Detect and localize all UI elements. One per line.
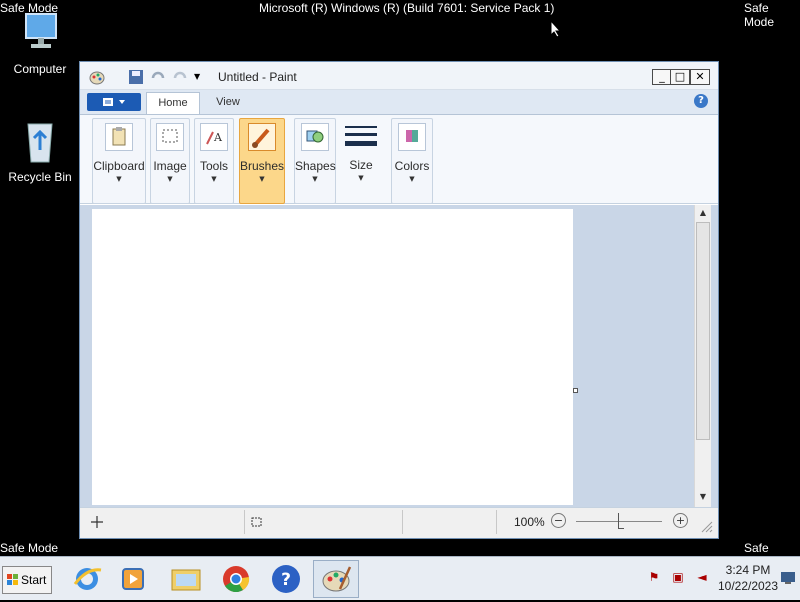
- chevron-down-icon: ▼: [358, 174, 364, 182]
- chevron-down-icon: ▼: [167, 175, 173, 183]
- paint-window: ▼ Untitled - Paint _ □ ✕ Home View ? Cli…: [79, 61, 719, 539]
- ribbon-group-tools[interactable]: A Tools ▼: [194, 118, 234, 204]
- chevron-down-icon: ▼: [259, 175, 265, 183]
- clipboard-icon: [105, 123, 133, 151]
- svg-text:A: A: [213, 131, 223, 144]
- clock-date: 10/22/2023: [717, 579, 779, 593]
- taskbar-internet-explorer[interactable]: [67, 560, 107, 598]
- taskbar-clock[interactable]: 3:24 PM 10/22/2023: [712, 562, 784, 594]
- desktop-icon-computer[interactable]: Computer: [0, 10, 80, 76]
- zoom-in-button[interactable]: +: [673, 513, 688, 528]
- ribbon-group-image[interactable]: Image ▼: [150, 118, 190, 204]
- cursor-position-icon: [91, 516, 103, 528]
- maximize-button[interactable]: □: [670, 69, 690, 85]
- close-button[interactable]: ✕: [690, 69, 710, 85]
- tab-home[interactable]: Home: [146, 92, 200, 114]
- ribbon-group-label: Clipboard: [93, 159, 145, 173]
- safe-mode-label-top-right: Safe Mode: [744, 1, 775, 29]
- status-bar: 100% − +: [80, 507, 718, 538]
- safe-mode-label-bottom-left: Safe Mode: [0, 541, 59, 555]
- brush-icon: [248, 123, 276, 151]
- ribbon-home: Clipboard ▼ Image ▼ A Tools ▼ Brushes ▼: [80, 114, 718, 204]
- show-desktop-icon[interactable]: [780, 571, 796, 585]
- vertical-scrollbar[interactable]: ▲ ▼: [694, 205, 711, 507]
- windows-logo-icon: [7, 574, 18, 585]
- media-player-icon: [122, 568, 144, 590]
- selection-size-icon: [251, 517, 262, 527]
- mouse-cursor-icon: [550, 20, 562, 38]
- taskbar-media-player[interactable]: [113, 560, 153, 598]
- taskbar-paint[interactable]: [313, 560, 359, 598]
- ribbon-group-label: Shapes: [295, 159, 336, 173]
- tray-action-center-icon[interactable]: ⚑: [646, 569, 662, 585]
- taskbar-file-explorer[interactable]: [166, 560, 206, 598]
- zoom-out-button[interactable]: −: [551, 513, 566, 528]
- ribbon-group-shapes[interactable]: Shapes ▼: [294, 118, 336, 204]
- tray-network-icon[interactable]: ▣: [670, 569, 686, 585]
- ribbon-tabs: Home View ?: [80, 90, 718, 114]
- chrome-icon: [223, 566, 250, 593]
- ribbon-group-label: Colors: [394, 159, 430, 173]
- help-icon[interactable]: ?: [694, 94, 708, 108]
- internet-explorer-icon: [73, 568, 102, 590]
- drawing-canvas[interactable]: [92, 209, 573, 505]
- scroll-up-icon[interactable]: ▲: [695, 205, 711, 221]
- chevron-down-icon: ▼: [312, 175, 318, 183]
- paint-icon: [322, 566, 352, 592]
- tools-icon: A: [200, 123, 228, 151]
- zoom-level: 100%: [514, 515, 545, 529]
- computer-icon: [16, 10, 64, 58]
- redo-icon[interactable]: [172, 69, 188, 85]
- title-bar[interactable]: ▼ Untitled - Paint _ □ ✕: [80, 62, 718, 90]
- ribbon-group-colors[interactable]: Colors ▼: [391, 118, 433, 204]
- customize-quick-access-icon[interactable]: ▼: [194, 69, 210, 85]
- ribbon-group-label: Brushes: [240, 159, 285, 173]
- scrollbar-thumb[interactable]: [696, 222, 710, 440]
- save-icon[interactable]: [128, 69, 144, 85]
- minimize-button[interactable]: _: [652, 69, 672, 85]
- svg-text:?: ?: [281, 570, 291, 590]
- ribbon-group-label: Size: [349, 158, 373, 172]
- undo-icon[interactable]: [150, 69, 166, 85]
- desktop-icon-recycle-bin[interactable]: Recycle Bin: [0, 118, 80, 184]
- shapes-icon: [301, 123, 329, 151]
- ribbon-group-label: Image: [153, 159, 187, 173]
- canvas-resize-handle[interactable]: [573, 388, 578, 393]
- file-explorer-icon: [171, 569, 201, 591]
- start-label: Start: [21, 573, 47, 587]
- scroll-down-icon[interactable]: ▼: [695, 489, 711, 505]
- chevron-down-icon: ▼: [409, 175, 415, 183]
- tray-volume-icon[interactable]: ◄: [694, 569, 710, 585]
- build-info-text: Microsoft (R) Windows (R) (Build 7601: S…: [259, 1, 555, 15]
- window-title: Untitled - Paint: [218, 70, 297, 84]
- chevron-down-icon: ▼: [211, 175, 217, 183]
- ribbon-group-clipboard[interactable]: Clipboard ▼: [92, 118, 146, 204]
- resize-grip-icon[interactable]: [700, 520, 714, 534]
- recycle-bin-icon: [16, 118, 64, 166]
- canvas-area: ▲ ▼: [80, 205, 718, 507]
- taskbar-chrome[interactable]: [216, 560, 256, 598]
- tab-view[interactable]: View: [206, 92, 250, 114]
- select-icon: [156, 123, 184, 151]
- taskbar: Start ? ⚑ ▣ ◄ 3:24 PM 10/22/2023: [0, 556, 800, 600]
- ribbon-group-label: Tools: [199, 159, 228, 173]
- paint-menu-button[interactable]: [87, 93, 141, 111]
- ribbon-group-brushes[interactable]: Brushes ▼: [239, 118, 285, 204]
- taskbar-help[interactable]: ?: [266, 560, 306, 598]
- help-icon: ?: [272, 565, 300, 593]
- menu-icon: [103, 98, 125, 106]
- zoom-slider-thumb[interactable]: [618, 513, 624, 529]
- chevron-down-icon: ▼: [116, 175, 122, 183]
- paint-app-icon[interactable]: [89, 69, 105, 85]
- size-icon: [344, 122, 378, 150]
- colors-icon: [398, 123, 426, 151]
- start-button[interactable]: Start: [2, 566, 52, 594]
- clock-time: 3:24 PM: [725, 563, 771, 577]
- desktop-icon-label: Recycle Bin: [8, 170, 72, 184]
- ribbon-group-size[interactable]: Size ▼: [340, 118, 382, 204]
- desktop-icon-label: Computer: [13, 62, 67, 76]
